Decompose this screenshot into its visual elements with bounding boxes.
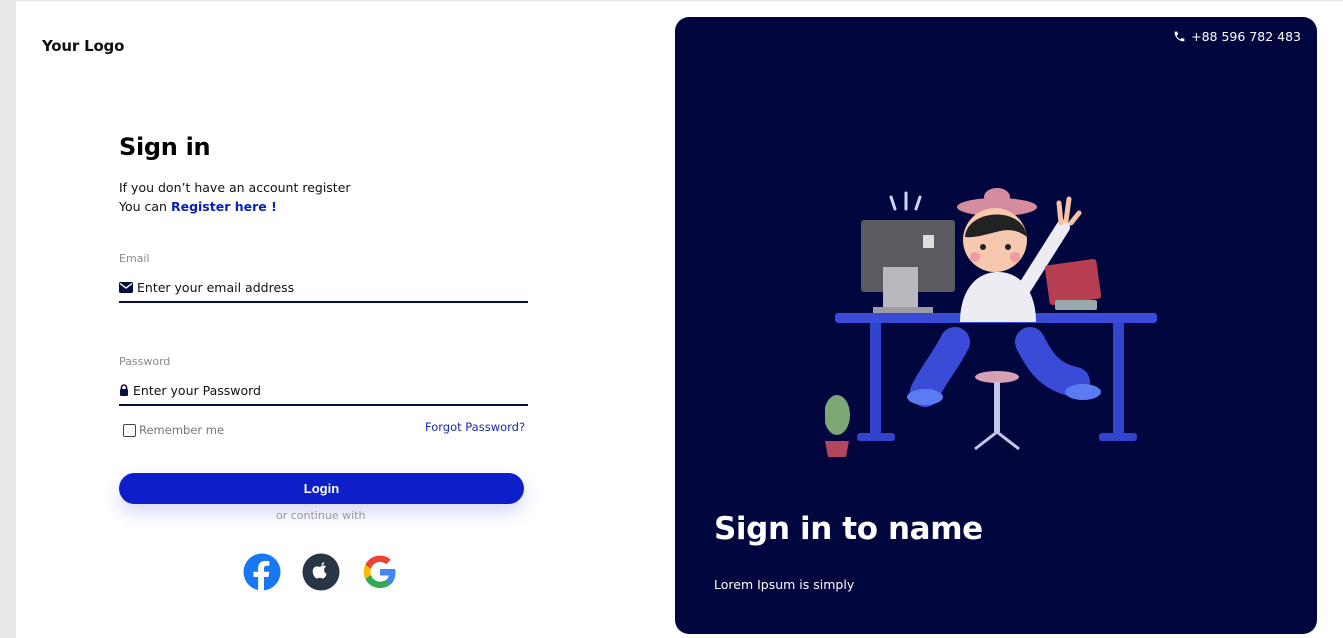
phone-icon [1174, 31, 1185, 42]
logo[interactable]: Your Logo [42, 37, 124, 55]
envelope-icon [119, 281, 133, 293]
lock-icon [120, 384, 128, 396]
remember-me[interactable]: Remember me [123, 423, 224, 437]
email-field[interactable]: Enter your email address [119, 273, 528, 303]
register-link[interactable]: Register here ! [171, 199, 277, 214]
remember-checkbox[interactable] [123, 423, 136, 437]
register-prompt: You can Register here ! [119, 199, 277, 214]
email-label: Email [119, 252, 150, 265]
signin-form: Sign in If you don’t have an account reg… [119, 1, 529, 638]
promo-text: Lorem Ipsum is simply [714, 577, 855, 592]
login-button[interactable]: Login [119, 473, 524, 504]
signin-subtitle: If you don’t have an account register [119, 180, 351, 195]
google-icon[interactable] [361, 553, 399, 591]
phone-contact[interactable]: +88 596 782 483 [1173, 29, 1301, 44]
apple-icon[interactable] [302, 553, 340, 591]
forgot-password-link[interactable]: Forgot Password? [425, 420, 525, 434]
register-prefix: You can [119, 199, 167, 214]
email-placeholder: Enter your email address [137, 279, 295, 295]
password-placeholder: Enter your Password [133, 382, 261, 398]
promo-panel: +88 596 782 483 Sign in to name Lorem Ip… [675, 17, 1317, 634]
page-title: Sign in [119, 133, 211, 161]
password-label: Password [119, 355, 171, 368]
password-field[interactable]: Enter your Password [119, 376, 528, 406]
continue-with-text: or continue with [276, 509, 366, 522]
facebook-icon[interactable] [243, 553, 281, 591]
remember-label: Remember me [139, 423, 225, 437]
phone-number: +88 596 782 483 [1191, 29, 1301, 44]
promo-title: Sign in to name [714, 511, 983, 547]
developer-illustration [825, 188, 1157, 457]
